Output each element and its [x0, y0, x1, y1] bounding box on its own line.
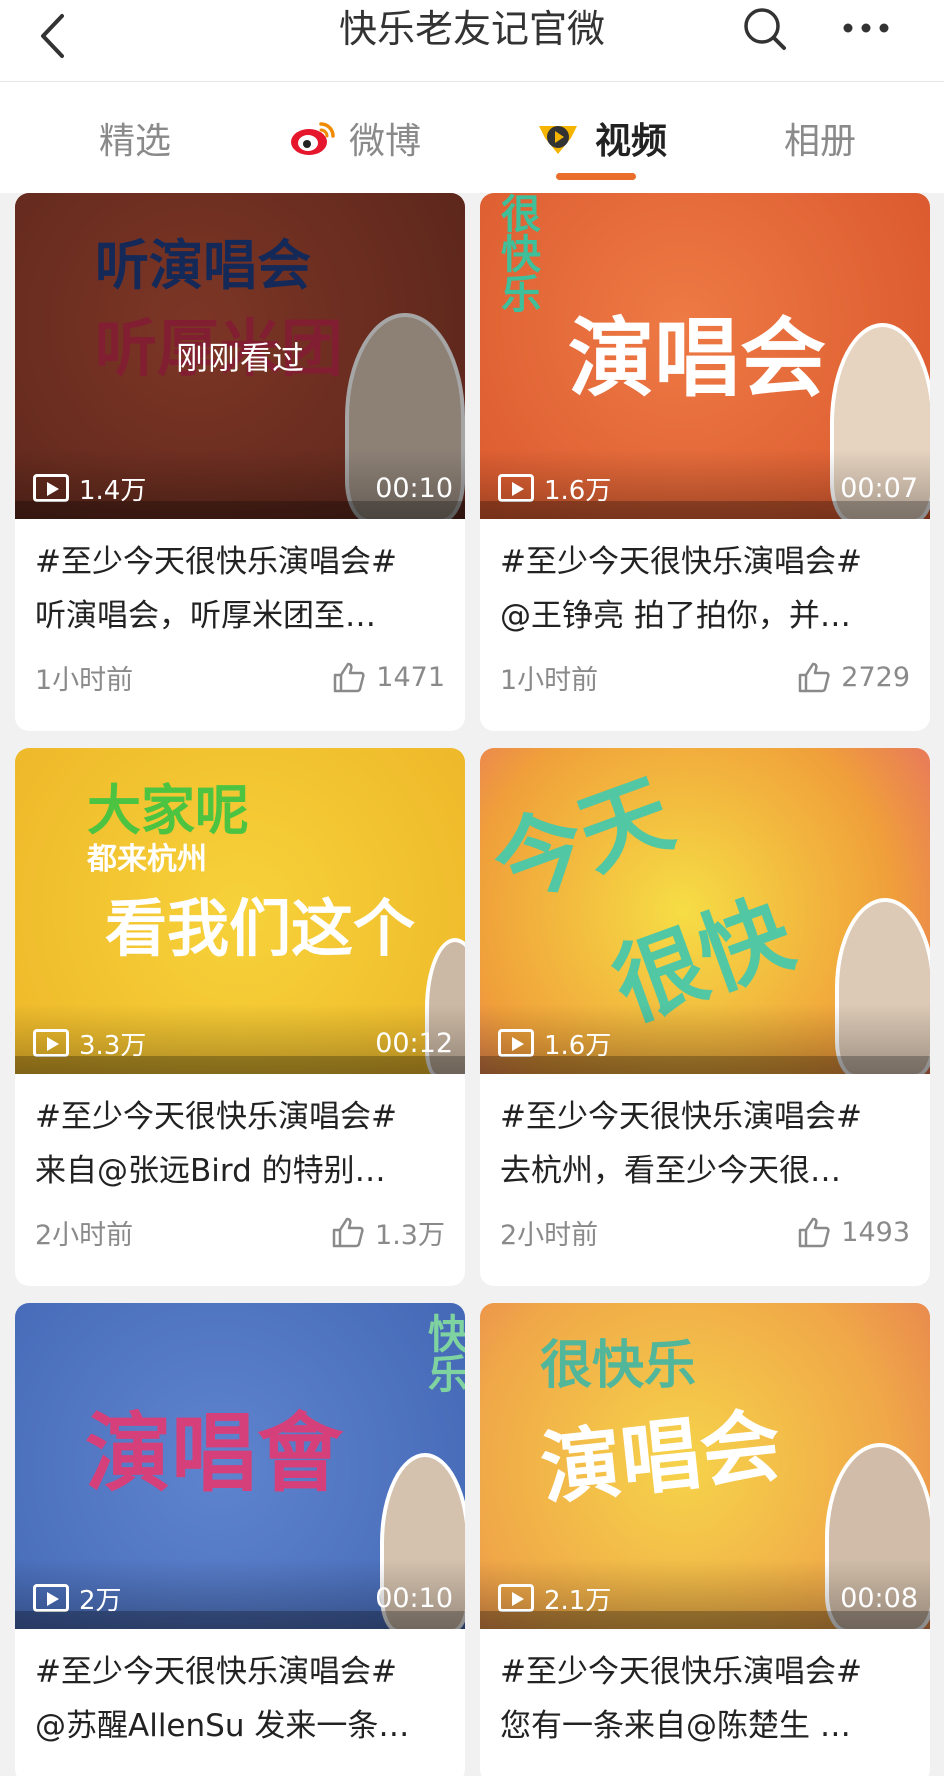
video-title-line: #至少今天很快乐演唱会#	[35, 1099, 397, 1135]
tab-label: 精选	[98, 120, 171, 162]
tab-label: 相册	[783, 120, 856, 162]
post-time: 1小时前	[500, 664, 599, 696]
thumbs-up-icon	[799, 1217, 830, 1248]
like-count: 1493	[841, 1216, 910, 1248]
thumb-caption: 很快乐	[540, 1336, 697, 1396]
thumb-caption: 演唱會	[85, 1404, 343, 1504]
video-title-line: #至少今天很快乐演唱会#	[500, 1099, 862, 1135]
venue-strip	[480, 1056, 930, 1074]
post-time: 2小时前	[35, 1219, 134, 1251]
post-time: 1小时前	[35, 664, 134, 696]
video-thumbnail[interactable]: 很快乐 演唱会 1.6万 00:07	[480, 193, 930, 519]
tab-label: 视频	[594, 120, 667, 162]
venue-strip	[15, 1056, 465, 1074]
video-title-line: #至少今天很快乐演唱会#	[500, 544, 862, 580]
video-duration: 00:07	[840, 472, 918, 504]
video-meta: 1.4万 00:10	[15, 471, 465, 506]
video-duration: 00:08	[840, 1582, 918, 1614]
video-card[interactable]: 大家呢 都来杭州 看我们这个 3.3万 00:12 #至少今天很快乐演唱会# 来…	[15, 748, 465, 1286]
video-meta: 3.3万 00:12	[15, 1026, 465, 1061]
like-button[interactable]: 1.3万	[331, 1213, 445, 1252]
video-thumbnail[interactable]: 很快乐 演唱会 2.1万 00:08	[480, 1303, 930, 1629]
video-thumbnail[interactable]: 今天 很快 1.6万	[480, 748, 930, 1074]
video-title-line: 去杭州，看至少今天很…	[500, 1153, 841, 1189]
thumb-caption: 快乐	[421, 1313, 465, 1393]
thumbs-up-icon	[799, 662, 830, 693]
post-time: 2小时前	[500, 1219, 599, 1251]
play-count-icon	[33, 474, 69, 502]
like-button[interactable]: 2729	[797, 661, 910, 693]
weibo-logo-icon	[289, 118, 337, 158]
play-count-icon	[33, 1029, 69, 1057]
profile-tabs: 精选 微博 视频 相册	[0, 82, 944, 193]
more-dots-icon	[843, 23, 889, 33]
tab-label: 微博	[348, 120, 421, 162]
tab-album[interactable]: 相册	[760, 82, 880, 193]
video-thumbnail[interactable]: 大家呢 都来杭州 看我们这个 3.3万 00:12	[15, 748, 465, 1074]
play-count-icon	[498, 1584, 534, 1612]
venue-strip	[15, 1611, 465, 1629]
thumb-caption: 演唱会	[536, 1398, 785, 1517]
thumb-caption: 今天	[480, 760, 686, 922]
video-meta: 1.6万	[480, 1026, 930, 1061]
tab-featured[interactable]: 精选	[60, 82, 210, 193]
venue-strip	[480, 1611, 930, 1629]
video-title-line: @王铮亮 拍了拍你，并…	[500, 598, 851, 634]
video-title-line: #至少今天很快乐演唱会#	[500, 1654, 862, 1690]
video-meta: 1.6万 00:07	[480, 471, 930, 506]
video-duration: 00:10	[375, 472, 453, 504]
play-count-icon	[498, 1029, 534, 1057]
thumb-caption: 看我们这个	[105, 892, 416, 965]
like-button[interactable]: 1471	[332, 661, 445, 693]
more-options-button[interactable]	[836, 4, 896, 54]
thumb-caption-side: 很快乐	[494, 193, 540, 313]
video-duration: 00:10	[375, 1582, 453, 1614]
video-title-line: 您有一条来自@陈楚生 …	[500, 1708, 851, 1744]
video-title-line: 来自@张远Bird 的特别…	[35, 1153, 386, 1189]
video-thumbnail[interactable]: 演唱會 快乐 2万 00:10	[15, 1303, 465, 1629]
video-card[interactable]: 今天 很快 1.6万 #至少今天很快乐演唱会# 去杭州，看至少今天很… 2小时前…	[480, 748, 930, 1286]
video-duration: 00:12	[375, 1027, 453, 1059]
video-card[interactable]: 听演唱会 听厚米团 刚刚看过 1.4万 00:10 #至少今天很快乐演唱会# 听…	[15, 193, 465, 731]
thumb-caption: 都来杭州	[87, 842, 207, 877]
venue-strip	[15, 501, 465, 519]
play-count-icon	[498, 474, 534, 502]
thumb-caption: 演唱会	[568, 309, 826, 409]
video-logo-icon	[533, 118, 583, 158]
video-card[interactable]: 很快乐 演唱会 1.6万 00:07 #至少今天很快乐演唱会# @王铮亮 拍了拍…	[480, 193, 930, 731]
search-icon	[744, 8, 786, 50]
play-count-icon	[33, 1584, 69, 1612]
like-count: 1471	[376, 661, 445, 693]
active-tab-indicator	[556, 173, 636, 180]
video-title-line: @苏醒AllenSu 发来一条…	[35, 1708, 410, 1744]
page-title: 快乐老友记官微	[338, 7, 605, 51]
video-meta: 2万 00:10	[15, 1581, 465, 1616]
video-title-line: 听演唱会，听厚米团至…	[35, 598, 376, 634]
search-button[interactable]	[740, 4, 790, 54]
thumbs-up-icon	[334, 662, 365, 693]
video-card[interactable]: 演唱會 快乐 2万 00:10 #至少今天很快乐演唱会# @苏醒AllenSu …	[15, 1303, 465, 1776]
thumbs-up-icon	[332, 1217, 364, 1248]
top-nav-bar: 快乐老友记官微	[0, 0, 944, 82]
like-count: 1.3万	[375, 1219, 445, 1251]
video-meta: 2.1万 00:08	[480, 1581, 930, 1616]
venue-strip	[480, 501, 930, 519]
video-thumbnail[interactable]: 听演唱会 听厚米团 刚刚看过 1.4万 00:10	[15, 193, 465, 519]
like-count: 2729	[841, 661, 910, 693]
video-title-line: #至少今天很快乐演唱会#	[35, 544, 397, 580]
like-button[interactable]: 1493	[797, 1216, 910, 1248]
tab-weibo[interactable]: 微博	[270, 82, 440, 193]
video-card[interactable]: 很快乐 演唱会 2.1万 00:08 #至少今天很快乐演唱会# 您有一条来自@陈…	[480, 1303, 930, 1776]
video-title-line: #至少今天很快乐演唱会#	[35, 1654, 397, 1690]
